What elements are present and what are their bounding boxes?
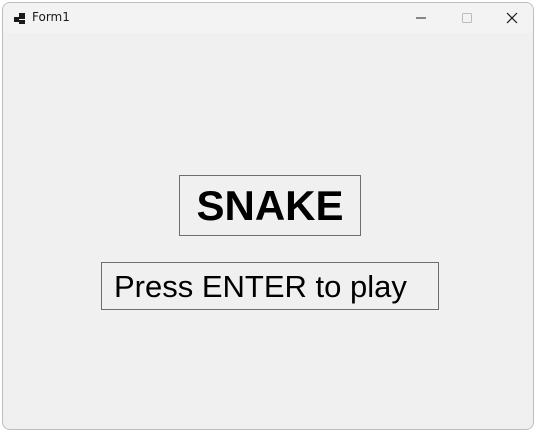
minimize-button[interactable] [398, 3, 444, 33]
close-icon [506, 9, 518, 28]
start-prompt-label: Press ENTER to play [101, 262, 439, 310]
maximize-button[interactable] [444, 3, 490, 33]
minimize-icon [415, 9, 427, 28]
title-bar[interactable]: Form1 [3, 3, 533, 33]
close-button[interactable] [489, 3, 533, 33]
window-title: Form1 [32, 10, 70, 24]
game-title-label: SNAKE [179, 175, 361, 236]
app-icon [13, 11, 27, 25]
maximize-icon [461, 9, 473, 28]
app-window: Form1 SNAKE Press ENTER to play [2, 2, 534, 430]
